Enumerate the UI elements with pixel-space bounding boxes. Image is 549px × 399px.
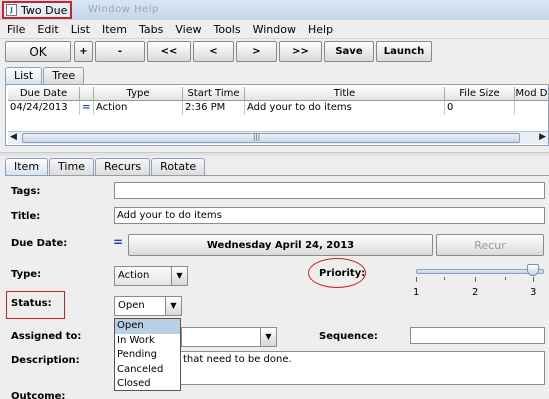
tags-label: Tags: [11,186,41,197]
tab-item[interactable]: Item [5,158,49,175]
status-select[interactable]: Open ▼ [114,296,182,316]
menu-window[interactable]: Window [253,23,296,36]
priority-tick-label: 1 [413,287,420,298]
status-option-in-work[interactable]: In Work [115,334,180,349]
due-marker-icon: = [113,235,124,249]
priority-tick-label: 3 [530,287,537,298]
tab-rotate[interactable]: Rotate [151,158,206,175]
window-title-highlight: J Two Due [2,1,72,19]
window-title: Two Due [21,3,68,17]
status-option-canceled[interactable]: Canceled [115,363,180,378]
priority-tick [475,277,476,282]
status-select-value: Open [118,300,145,311]
scroll-right-icon[interactable]: ▶ [539,132,546,142]
sequence-label: Sequence: [319,331,378,342]
list-area: List Tree Due Date Type Start Time Title… [0,64,549,152]
scroll-grip-icon: ||| [253,133,261,141]
launch-button[interactable]: Launch [376,41,432,62]
priority-tick [416,277,417,282]
title-bar: J Two Due Window Help [0,0,549,20]
type-select-value: Action [118,270,150,281]
status-dropdown-list: Open In Work Pending Canceled Closed [114,318,181,391]
menu-list[interactable]: List [71,23,90,36]
menu-bar: File Edit List Item Tabs View Tools Wind… [0,20,549,39]
tab-recurs[interactable]: Recurs [94,158,151,175]
ok-button[interactable]: OK [5,41,71,62]
menu-tabs[interactable]: Tabs [139,23,163,36]
chevron-down-icon[interactable]: ▼ [260,328,276,346]
priority-slider[interactable] [416,269,544,274]
save-button[interactable]: Save [324,41,374,62]
priority-highlight-oval [308,258,366,288]
list-tabs: List Tree [5,67,85,84]
chevron-down-icon[interactable]: ▼ [165,297,181,315]
menu-file[interactable]: File [7,23,25,36]
ghost-menu-text: Window Help [88,4,159,15]
previous-button[interactable]: < [193,41,234,62]
title-input[interactable]: Add your to do items [114,207,545,224]
next-button[interactable]: > [236,41,277,62]
cell-mod-date [515,101,548,115]
title-label: Title: [11,211,41,222]
priority-tick [533,277,534,282]
status-option-open[interactable]: Open [115,319,180,334]
menu-view[interactable]: View [175,23,201,36]
menu-edit[interactable]: Edit [37,23,58,36]
priority-slider-thumb[interactable] [527,264,539,276]
priority-tick-label: 2 [472,287,479,298]
cell-marker: = [80,101,94,115]
sequence-input[interactable] [410,327,545,344]
scroll-left-icon[interactable]: ◀ [10,132,17,142]
column-file-size[interactable]: File Size [445,87,515,101]
horizontal-scrollbar[interactable]: ◀ ||| ▶ [8,131,548,144]
app-icon: J [6,4,17,16]
item-table: Due Date Type Start Time Title File Size… [5,84,549,146]
status-option-closed[interactable]: Closed [115,377,180,392]
table-row[interactable]: 04/24/2013 = Action 2:36 PM Add your to … [8,101,548,115]
due-date-label: Due Date: [11,238,68,249]
chevron-down-icon[interactable]: ▼ [171,267,187,285]
table-header: Due Date Type Start Time Title File Size… [8,87,548,101]
column-mod-date[interactable]: Mod D [515,87,548,101]
tab-time[interactable]: Time [49,158,94,175]
type-label: Type: [11,269,42,280]
column-due-date[interactable]: Due Date [8,87,80,101]
status-option-pending[interactable]: Pending [115,348,180,363]
scrollbar-thumb[interactable] [22,133,520,143]
due-date-button[interactable]: Wednesday April 24, 2013 [128,234,433,256]
first-button[interactable]: << [147,41,191,62]
cell-type: Action [94,101,183,115]
tab-list[interactable]: List [5,67,43,84]
column-type[interactable]: Type [94,87,183,101]
toolbar: OK + - << < > >> Save Launch [0,39,549,64]
tab-tree[interactable]: Tree [43,67,85,84]
column-title[interactable]: Title [245,87,445,101]
item-tabs: Item Time Recurs Rotate [5,158,206,175]
remove-button[interactable]: - [95,41,145,62]
priority-tick [505,277,506,280]
outcome-label: Outcome: [11,391,66,399]
type-select[interactable]: Action ▼ [114,266,188,286]
description-label: Description: [11,355,80,366]
menu-tools[interactable]: Tools [213,23,240,36]
last-button[interactable]: >> [279,41,322,62]
menu-help[interactable]: Help [308,23,333,36]
tags-input[interactable] [114,182,545,199]
assigned-to-select[interactable]: ▼ [181,327,277,347]
cell-due-date: 04/24/2013 [8,101,80,115]
status-label: Status: [11,298,52,309]
add-button[interactable]: + [74,41,93,62]
cell-start-time: 2:36 PM [183,101,245,115]
menu-item[interactable]: Item [102,23,127,36]
recur-button[interactable]: Recur [436,234,544,256]
cell-file-size: 0 [445,101,515,115]
priority-tick [444,277,445,280]
column-start-time[interactable]: Start Time [183,87,245,101]
assigned-to-label: Assigned to: [11,331,82,342]
cell-title: Add your to do items [245,101,445,115]
column-marker[interactable] [80,87,94,101]
